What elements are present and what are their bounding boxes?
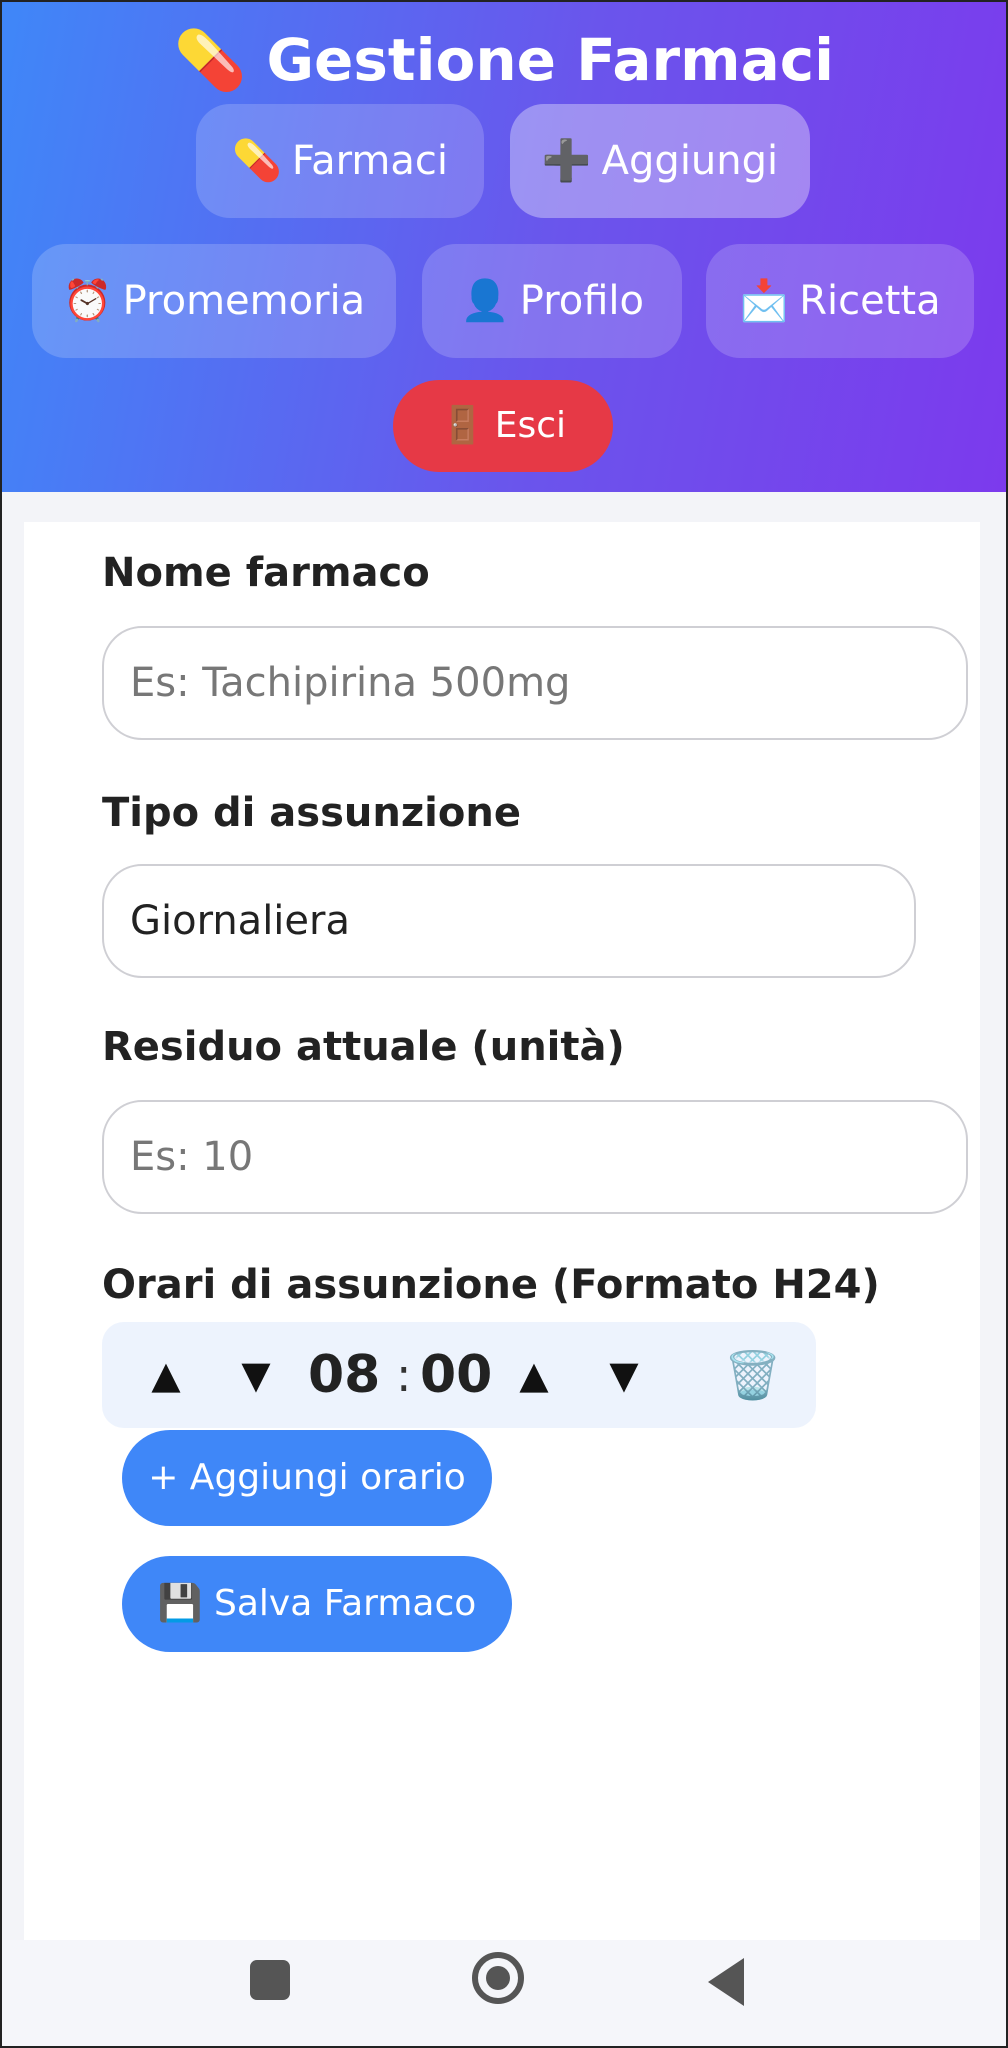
- type-label: Tipo di assunzione: [102, 790, 521, 836]
- floppy-disk-icon: 💾: [157, 1583, 203, 1624]
- minute-value: 00: [420, 1345, 493, 1405]
- trash-icon[interactable]: 🗑️: [724, 1322, 781, 1428]
- name-label: Nome farmaco: [102, 550, 430, 596]
- logout-button[interactable]: 🚪 Esci: [393, 380, 613, 472]
- hour-up-arrow[interactable]: ▲: [136, 1322, 196, 1428]
- nav-label: Profilo: [519, 278, 645, 324]
- save-medicine-button[interactable]: 💾 Salva Farmaco: [122, 1556, 512, 1652]
- nav-ricetta-button[interactable]: 📩 Ricetta: [706, 244, 974, 358]
- add-time-button[interactable]: + Aggiungi orario: [122, 1430, 492, 1526]
- type-select[interactable]: Giornaliera: [102, 864, 916, 978]
- minute-down-arrow[interactable]: ▼: [594, 1322, 654, 1428]
- nav-farmaci-button[interactable]: 💊 Farmaci: [196, 104, 484, 218]
- minute-up-arrow[interactable]: ▲: [504, 1322, 564, 1428]
- app-header: 💊 Gestione Farmaci 💊 Farmaci ➕ Aggiungi ⏰ P…: [2, 2, 1006, 492]
- recent-apps-icon[interactable]: [250, 1960, 290, 2000]
- nav-promemoria-button[interactable]: ⏰ Promemoria: [32, 244, 396, 358]
- name-input[interactable]: Es: Tachipirina 500mg: [102, 626, 968, 740]
- nav-label: Promemoria: [122, 278, 366, 324]
- residue-label: Residuo attuale (unità): [102, 1024, 625, 1070]
- logout-label: Esci: [494, 405, 567, 446]
- envelope-icon: 📩: [739, 278, 790, 324]
- nav-label: Aggiungi: [601, 138, 779, 184]
- add-medicine-form: Nome farmaco Es: Tachipirina 500mg Tipo …: [24, 522, 980, 1940]
- alarm-clock-icon: ⏰: [62, 278, 113, 324]
- back-icon[interactable]: [708, 1958, 744, 2006]
- time-separator: :: [396, 1348, 412, 1402]
- app-title-text: Gestione Farmaci: [266, 26, 834, 94]
- hour-value: 08: [308, 1345, 381, 1405]
- hour-down-arrow[interactable]: ▼: [226, 1322, 286, 1428]
- pill-icon: 💊: [174, 26, 247, 94]
- save-label: Salva Farmaco: [213, 1583, 477, 1624]
- pill-icon: 💊: [232, 138, 282, 184]
- nav-label: Farmaci: [291, 138, 448, 184]
- home-icon[interactable]: [472, 1952, 524, 2004]
- times-label: Orari di assunzione (Formato H24): [102, 1262, 880, 1308]
- plus-icon: ➕: [541, 138, 592, 184]
- user-icon: 👤: [459, 278, 510, 324]
- nav-profilo-button[interactable]: 👤 Profilo: [422, 244, 682, 358]
- time-picker-row: ▲ ▼ 08 : 00 ▲ ▼ 🗑️: [102, 1322, 816, 1428]
- nav-aggiungi-button[interactable]: ➕ Aggiungi: [510, 104, 810, 218]
- door-icon: 🚪: [439, 405, 485, 446]
- nav-label: Ricetta: [799, 278, 941, 324]
- residue-input[interactable]: Es: 10: [102, 1100, 968, 1214]
- app-title: 💊 Gestione Farmaci: [2, 22, 1006, 98]
